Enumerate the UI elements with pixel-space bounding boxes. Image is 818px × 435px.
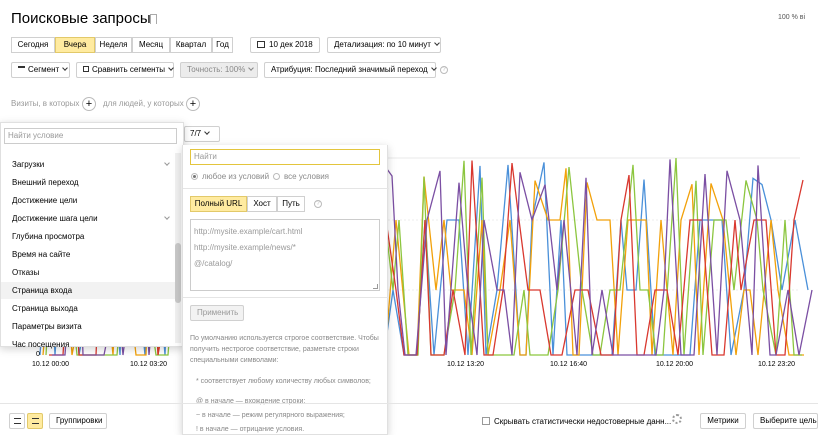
radio-off-icon xyxy=(273,173,280,180)
period-0[interactable]: Сегодня xyxy=(11,37,55,53)
footer-divider xyxy=(0,403,818,404)
chevron-down-icon xyxy=(248,65,255,71)
chevron-down-icon[interactable] xyxy=(164,160,170,166)
condition-item[interactable]: Глубина просмотра xyxy=(12,232,84,241)
chevron-down-icon xyxy=(430,65,437,71)
page-title: Поисковые запросы xyxy=(11,10,151,27)
scrollbar[interactable] xyxy=(175,153,181,343)
condition-item[interactable]: Час посещения xyxy=(12,340,69,349)
attribution-select[interactable]: Атрибуция: Последний значимый переход xyxy=(264,62,437,78)
date-picker[interactable]: 10 дек 2018 xyxy=(250,37,320,53)
help-icon[interactable]: ? xyxy=(440,66,448,74)
compare-icon xyxy=(83,66,89,72)
table-view-button[interactable] xyxy=(9,413,25,429)
radio-on-icon xyxy=(191,173,198,180)
metrics-button[interactable]: Метрики xyxy=(700,413,746,429)
list-icon xyxy=(14,418,21,424)
tree-view-button[interactable] xyxy=(27,413,43,429)
divider xyxy=(183,297,389,298)
accuracy-select[interactable]: Точность: 100% xyxy=(180,62,258,78)
segment-button[interactable]: Сегмент xyxy=(11,62,70,78)
tab-path[interactable]: Путь xyxy=(277,196,305,212)
hide-unreliable-checkbox[interactable]: Скрывать статистически недостоверные дан… xyxy=(482,416,671,426)
condition-item[interactable]: Достижение шага цели xyxy=(12,214,98,223)
period-1[interactable]: Вчера xyxy=(55,37,95,53)
tab-host[interactable]: Хост xyxy=(247,196,277,212)
groupings-button[interactable]: Группировки xyxy=(49,413,107,429)
url-textarea[interactable]: http://mysite.example/cart.html http://m… xyxy=(190,219,380,291)
condition-item[interactable]: Внешний переход xyxy=(12,178,79,187)
condition-search-input[interactable]: Найти условие xyxy=(4,128,177,144)
textarea-line: http://mysite.example/cart.html xyxy=(194,227,303,236)
radio-all[interactable]: все условия xyxy=(273,172,329,181)
add-visit-condition-button[interactable]: + xyxy=(82,97,96,111)
condition-item[interactable]: Параметры визита xyxy=(12,322,82,331)
tab-full-url[interactable]: Полный URL xyxy=(190,196,247,212)
url-filter-panel: Найти любое из условий все условия Полны… xyxy=(182,145,389,435)
condition-item[interactable]: Достижение цели xyxy=(12,196,77,205)
bookmark-icon[interactable] xyxy=(150,14,157,24)
help-note: По умолчанию используется строгое соотве… xyxy=(190,335,379,364)
chevron-down-icon[interactable] xyxy=(164,214,170,220)
scrollbar-thumb[interactable] xyxy=(175,243,181,303)
divider xyxy=(183,188,389,189)
chevron-down-icon xyxy=(62,65,69,71)
x-tick-label: 10.12 20:00 xyxy=(656,361,693,368)
radio-any[interactable]: любое из условий xyxy=(191,172,269,181)
condition-item[interactable]: Загрузки xyxy=(12,160,44,169)
rule-item: * соответствует любому количеству любых … xyxy=(196,378,371,385)
x-tick-label: 10.12 03:20 xyxy=(130,361,167,368)
y-tick-zero: 0 xyxy=(36,351,40,358)
calendar-icon xyxy=(257,41,265,48)
resize-handle-icon[interactable] xyxy=(373,284,378,289)
x-tick-label: 10.12 16:40 xyxy=(550,361,587,368)
period-4[interactable]: Квартал xyxy=(170,37,212,53)
x-tick-label: 10.12 23:20 xyxy=(758,361,795,368)
condition-dropdown: Найти условие Загрузки Внешний переход Дос… xyxy=(0,122,184,349)
compare-segments-button[interactable]: Сравнить сегменты xyxy=(76,62,174,78)
chevron-down-icon xyxy=(434,40,440,46)
filter-icon xyxy=(18,66,25,72)
chevron-down-icon xyxy=(204,129,210,135)
period-3[interactable]: Месяц xyxy=(132,37,170,53)
period-2[interactable]: Неделя xyxy=(95,37,132,53)
goal-select[interactable]: Выберите цель xyxy=(753,413,818,429)
textarea-line: @/catalog/ xyxy=(194,259,233,268)
help-icon[interactable]: ? xyxy=(314,200,322,208)
tree-icon xyxy=(32,418,39,424)
apply-button[interactable]: Применить xyxy=(190,305,244,321)
chevron-down-icon xyxy=(168,65,174,71)
people-condition-label: для людей, у которых xyxy=(103,99,184,108)
condition-item[interactable]: Страница входа xyxy=(12,286,72,295)
gear-icon[interactable] xyxy=(672,414,682,424)
visits-condition-label: Визиты, в которых xyxy=(11,99,80,108)
condition-item[interactable]: Время на сайте xyxy=(12,250,70,259)
detail-select[interactable]: Детализация: по 10 минут xyxy=(327,37,441,53)
textarea-line: http://mysite.example/news/* xyxy=(194,243,296,252)
condition-item[interactable]: Страница выхода xyxy=(12,304,78,313)
add-people-condition-button[interactable]: + xyxy=(186,97,200,111)
x-tick-label: 10.12 00:00 xyxy=(32,361,69,368)
rule-item: ! в начале — отрицание условия. xyxy=(196,426,305,433)
zoom-indicator: 100 % ві xyxy=(778,14,806,21)
condition-item[interactable]: Отказы xyxy=(12,268,39,277)
period-5[interactable]: Год xyxy=(212,37,233,53)
checkbox-icon xyxy=(482,417,490,425)
series-counter[interactable]: 7/7 xyxy=(184,126,220,142)
filter-search-input[interactable]: Найти xyxy=(190,149,380,165)
x-tick-label: 10.12 13:20 xyxy=(447,361,484,368)
rule-item: ~ в начале — режим регулярного выражения… xyxy=(196,412,345,419)
